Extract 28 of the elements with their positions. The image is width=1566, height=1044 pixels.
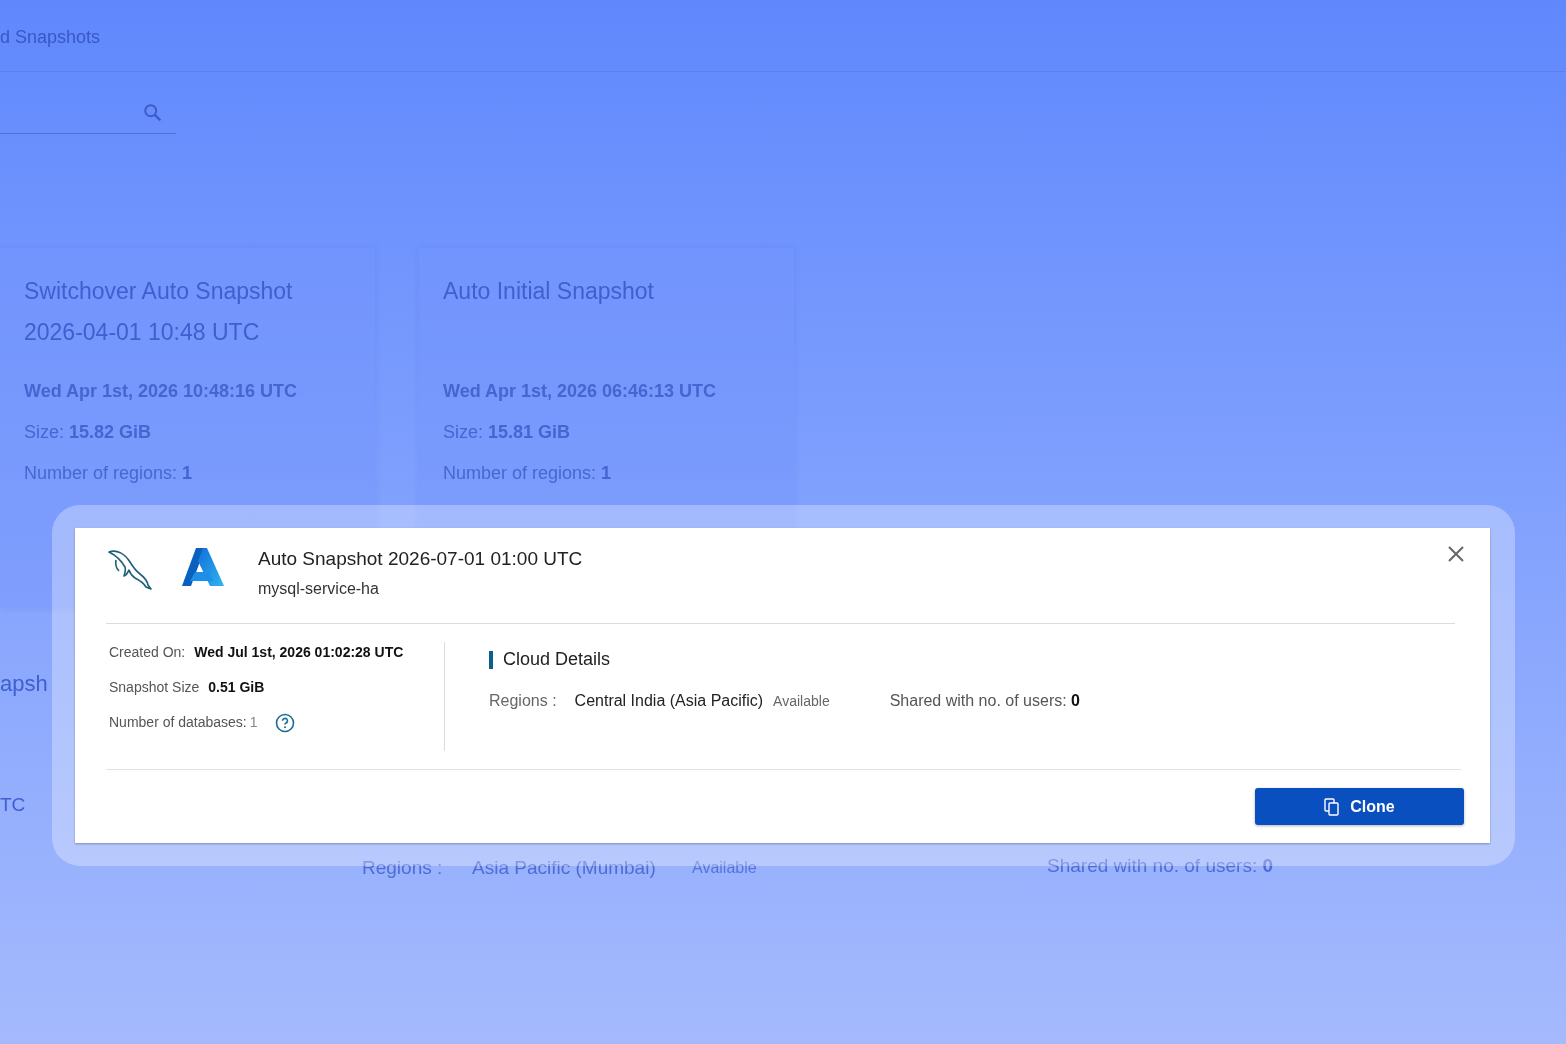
- row-time: TC: [0, 793, 26, 817]
- detail-value: 0.51 GiB: [208, 678, 265, 697]
- section-heading: Cloud Details: [503, 648, 611, 671]
- search-field[interactable]: [0, 102, 176, 134]
- help-icon: [274, 712, 295, 733]
- copy-icon: [1324, 797, 1341, 816]
- detail-label: Created On:: [109, 643, 186, 662]
- service-name: mysql-service-ha: [258, 579, 380, 599]
- shared-users: Shared with no. of users: 0: [1047, 854, 1274, 878]
- detail-value: 1: [249, 713, 258, 732]
- regions-label: Regions :: [489, 691, 557, 711]
- help-button[interactable]: [274, 712, 295, 733]
- heading-accent: [489, 650, 493, 669]
- detail-value: Wed Jul 1st, 2026 01:02:28 UTC: [194, 643, 404, 662]
- row-title: apsh: [0, 670, 48, 698]
- region-name: Asia Pacific (Mumbai): [472, 856, 656, 880]
- region-status: Available: [773, 692, 830, 711]
- clone-button[interactable]: Clone: [1255, 788, 1464, 825]
- detail-label: Snapshot Size: [109, 678, 200, 697]
- search-icon: [142, 102, 164, 124]
- shared-users: Shared with no. of users: 0: [889, 691, 1080, 711]
- card-subtitle: 2026-04-01 10:48 UTC: [24, 318, 261, 347]
- letter-a-logo-icon: [182, 548, 224, 586]
- dialog-title: Auto Snapshot 2026-07-01 01:00 UTC: [258, 547, 583, 571]
- region-name: Central India (Asia Pacific): [574, 691, 764, 711]
- detail-label: Number of databases:: [109, 713, 247, 732]
- region-status: Available: [692, 858, 757, 878]
- regions-label: Regions :: [362, 856, 443, 880]
